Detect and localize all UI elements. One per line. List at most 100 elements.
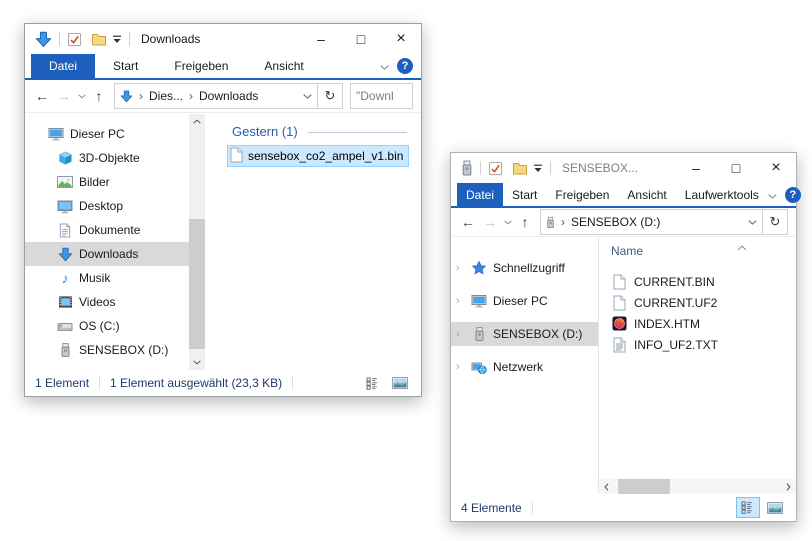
close-button[interactable]: × xyxy=(756,153,796,183)
scroll-thumb[interactable] xyxy=(618,479,670,494)
sidebar-item-dieser-pc[interactable]: Dieser PC xyxy=(25,122,189,146)
address-box[interactable]: › SENSEBOX (D:) xyxy=(540,209,763,235)
sidebar-item-musik[interactable]: ♪ Musik xyxy=(25,266,189,290)
firefox-html-icon xyxy=(611,316,628,331)
address-dropdown-chevron-icon[interactable] xyxy=(297,94,317,99)
scroll-right-icon[interactable] xyxy=(781,479,796,494)
expand-ribbon-chevron-icon[interactable] xyxy=(768,188,777,202)
breadcrumb-dieser-pc[interactable]: Dies... xyxy=(149,89,183,103)
sidebar-item-videos[interactable]: Videos xyxy=(25,290,189,314)
file-name: INFO_UF2.TXT xyxy=(634,338,718,352)
vertical-scrollbar[interactable] xyxy=(189,114,205,370)
titlebar[interactable]: Downloads – □ × xyxy=(25,24,421,54)
breadcrumb-sensebox[interactable]: SENSEBOX (D:) xyxy=(571,215,660,229)
tab-freigeben[interactable]: Freigeben xyxy=(156,54,246,78)
minimize-button[interactable]: – xyxy=(301,24,341,54)
expand-chevron-icon[interactable]: › xyxy=(451,262,470,274)
help-button[interactable]: ? xyxy=(785,187,801,203)
recent-locations-chevron-icon[interactable] xyxy=(75,94,88,99)
tab-start[interactable]: Start xyxy=(503,183,546,206)
column-header-name[interactable]: Name xyxy=(611,244,796,258)
scroll-track[interactable] xyxy=(614,479,781,494)
refresh-button[interactable]: ↻ xyxy=(318,83,343,109)
scroll-down-icon[interactable] xyxy=(189,355,205,370)
sidebar-item-label: SENSEBOX (D:) xyxy=(79,343,168,357)
address-dropdown-chevron-icon[interactable] xyxy=(742,220,762,225)
sidebar-item-netzwerk[interactable]: › Netzwerk xyxy=(451,355,598,379)
sidebar-item-desktop[interactable]: Desktop xyxy=(25,194,189,218)
file-row[interactable]: INDEX.HTM xyxy=(611,313,796,334)
sidebar-item-dokumente[interactable]: Dokumente xyxy=(25,218,189,242)
sidebar-item-sensebox-d[interactable]: SENSEBOX (D:) xyxy=(25,338,189,362)
back-button[interactable]: ← xyxy=(457,214,479,230)
recent-locations-chevron-icon[interactable] xyxy=(501,220,514,225)
sort-ascending-chevron-icon[interactable] xyxy=(737,240,747,254)
forward-button[interactable]: → xyxy=(479,214,501,230)
forward-button[interactable]: → xyxy=(53,88,75,104)
tab-freigeben[interactable]: Freigeben xyxy=(546,183,618,206)
videos-icon xyxy=(56,295,74,309)
new-folder-icon[interactable] xyxy=(512,161,528,176)
up-button[interactable]: ↑ xyxy=(514,214,536,230)
close-button[interactable]: × xyxy=(381,24,421,54)
scroll-up-icon[interactable] xyxy=(189,114,205,129)
properties-check-icon[interactable] xyxy=(67,32,82,47)
properties-check-icon[interactable] xyxy=(488,161,503,176)
crumb-separator: › xyxy=(555,215,571,229)
new-folder-icon[interactable] xyxy=(91,32,107,47)
sidebar-item-downloads[interactable]: Downloads xyxy=(25,242,189,266)
horizontal-scrollbar[interactable] xyxy=(599,479,796,494)
tab-datei[interactable]: Datei xyxy=(31,54,95,78)
desktop-icon xyxy=(56,199,74,214)
scroll-left-icon[interactable] xyxy=(599,479,614,494)
search-input[interactable]: "Downl xyxy=(350,83,413,109)
details-view-button[interactable] xyxy=(362,374,384,393)
tab-laufwerktools[interactable]: Laufwerktools xyxy=(676,183,768,206)
expand-chevron-icon[interactable]: › xyxy=(451,361,470,373)
thumbnail-view-button[interactable] xyxy=(764,498,786,517)
refresh-button[interactable]: ↻ xyxy=(763,209,788,235)
expand-chevron-icon[interactable]: › xyxy=(451,328,470,340)
divider xyxy=(532,501,533,515)
sidebar-item-3d-objekte[interactable]: 3D-Objekte xyxy=(25,146,189,170)
ribbon-tabs: Datei Start Freigeben Ansicht ? xyxy=(25,54,421,80)
documents-icon xyxy=(56,223,74,238)
sidebar-item-sensebox-d[interactable]: › SENSEBOX (D:) xyxy=(451,322,598,346)
scroll-thumb[interactable] xyxy=(189,219,205,349)
maximize-button[interactable]: □ xyxy=(341,24,381,54)
sidebar-item-label: Netzwerk xyxy=(493,360,543,374)
tab-start[interactable]: Start xyxy=(95,54,156,78)
sidebar-item-bilder[interactable]: Bilder xyxy=(25,170,189,194)
thumbnail-view-button[interactable] xyxy=(389,374,411,393)
up-button[interactable]: ↑ xyxy=(88,88,110,104)
sidebar-item-schnellzugriff[interactable]: › Schnellzugriff xyxy=(451,256,598,280)
titlebar[interactable]: SENSEBOX... – □ × xyxy=(451,153,796,183)
minimize-button[interactable]: – xyxy=(676,153,716,183)
back-button[interactable]: ← xyxy=(31,88,53,104)
file-row[interactable]: CURRENT.UF2 xyxy=(611,292,796,313)
file-list-pane[interactable]: Name CURRENT.BIN CURRENT.UF2 INDEX.HTM I… xyxy=(598,238,796,494)
tab-datei[interactable]: Datei xyxy=(457,183,503,206)
computer-icon xyxy=(47,126,65,142)
tab-ansicht[interactable]: Ansicht xyxy=(246,54,321,78)
selected-file-item[interactable]: sensebox_co2_ampel_v1.bin xyxy=(227,145,409,167)
breadcrumb-downloads[interactable]: Downloads xyxy=(199,89,258,103)
file-list-pane[interactable]: Gestern (1) sensebox_co2_ampel_v1.bin xyxy=(205,114,421,370)
expand-ribbon-chevron-icon[interactable] xyxy=(380,59,389,73)
group-header[interactable]: Gestern (1) xyxy=(227,124,415,139)
tab-ansicht[interactable]: Ansicht xyxy=(618,183,675,206)
group-header-label[interactable]: Gestern (1) xyxy=(227,124,298,139)
file-row[interactable]: INFO_UF2.TXT xyxy=(611,334,796,355)
address-box[interactable]: › Dies... › Downloads xyxy=(114,83,318,109)
expand-chevron-icon[interactable]: › xyxy=(451,295,470,307)
details-view-button[interactable] xyxy=(737,498,759,517)
maximize-button[interactable]: □ xyxy=(716,153,756,183)
customize-toolbar-caret-icon[interactable] xyxy=(533,163,543,173)
customize-toolbar-caret-icon[interactable] xyxy=(112,34,122,44)
sidebar-item-os-c[interactable]: OS (C:) xyxy=(25,314,189,338)
help-button[interactable]: ? xyxy=(397,58,413,74)
quick-access-star-icon xyxy=(470,260,488,276)
file-row[interactable]: CURRENT.BIN xyxy=(611,271,796,292)
sidebar-item-label: Desktop xyxy=(79,199,123,213)
sidebar-item-dieser-pc[interactable]: › Dieser PC xyxy=(451,289,598,313)
